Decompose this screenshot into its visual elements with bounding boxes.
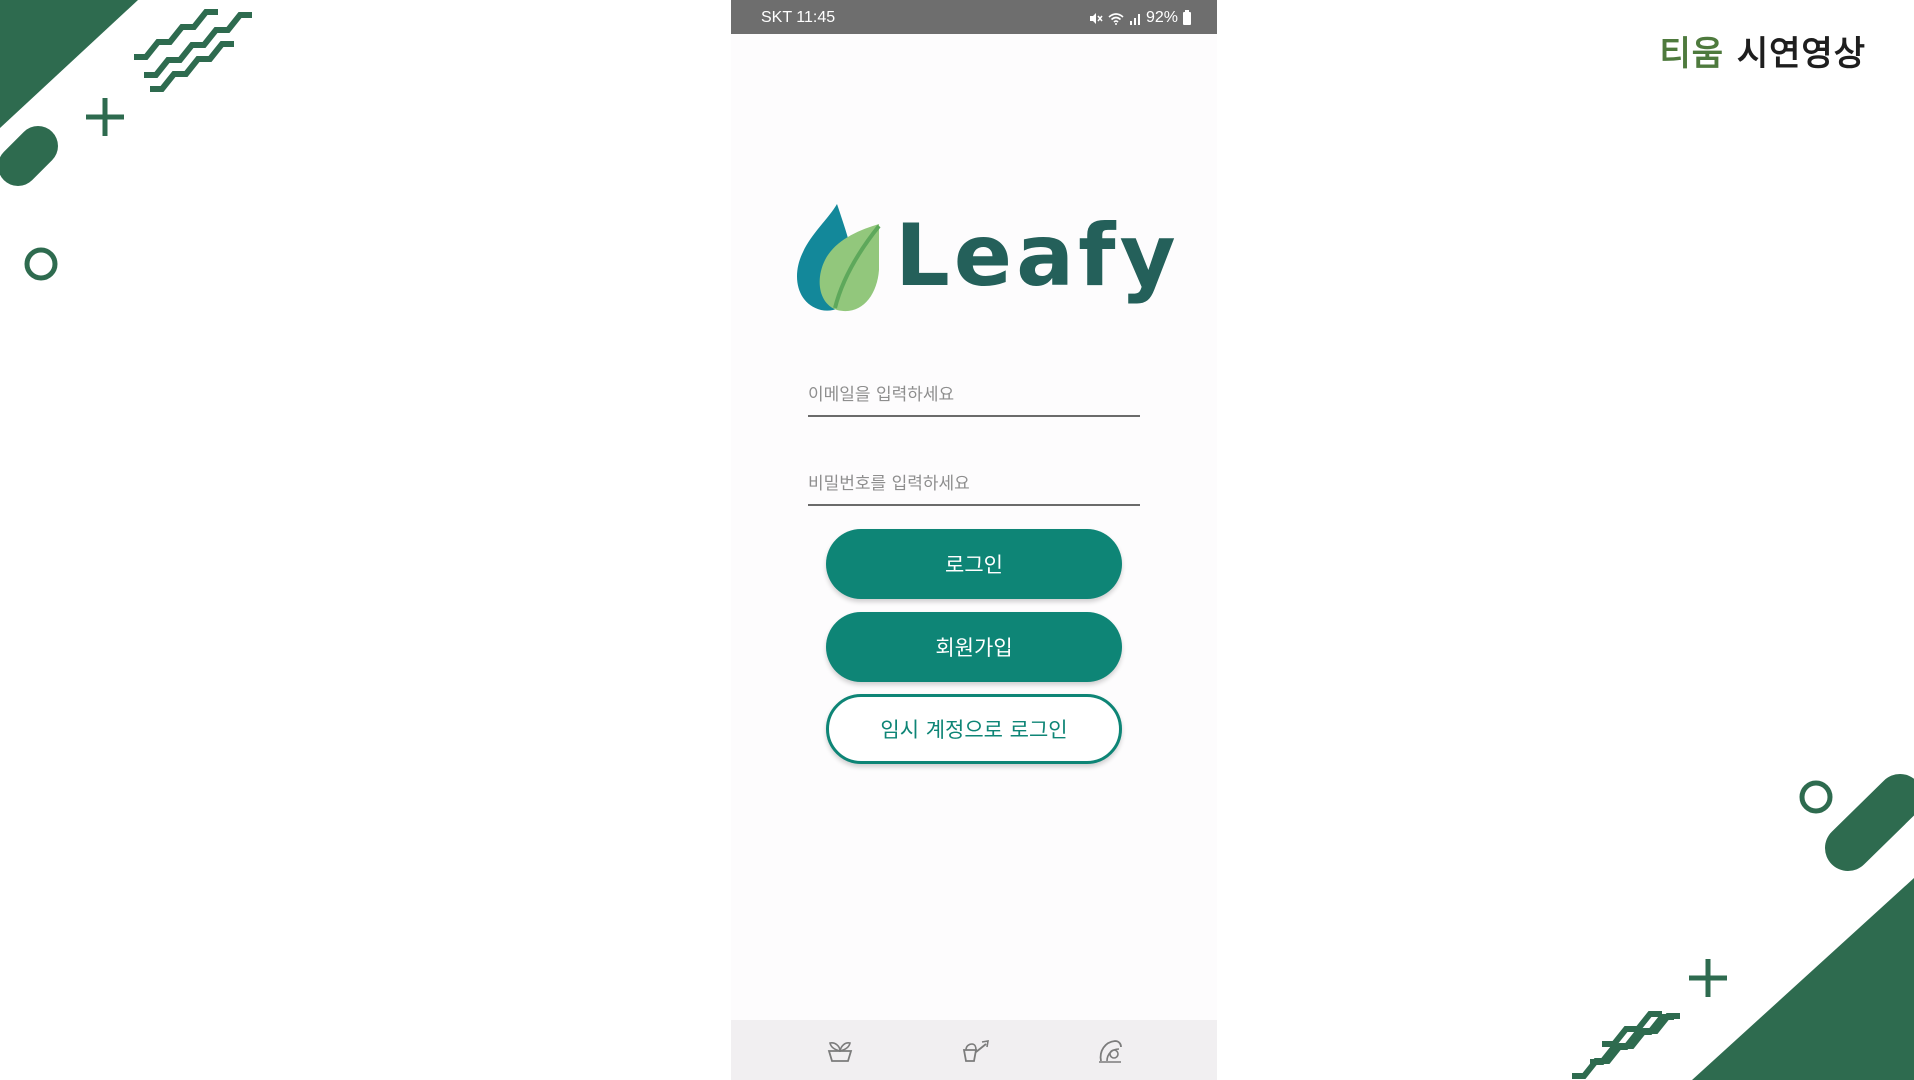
presentation-title: 티움 시연영상 <box>1659 26 1866 75</box>
pill-bottom-right <box>1825 774 1914 871</box>
zigzag-bottom-right <box>1572 1011 1680 1079</box>
phone-screen: SKT 11:45 92% Leafy 이메일을 입력하세요 로그인 회원가입 … <box>731 0 1217 1080</box>
carrier-time: SKT 11:45 <box>761 9 836 26</box>
login-button-label: 로그인 <box>945 553 1003 577</box>
guest-login-button-label: 임시 계정으로 로그인 <box>880 718 1068 742</box>
status-icons: 92% <box>1089 9 1191 27</box>
status-bar: SKT 11:45 92% <box>731 0 1217 34</box>
team-name: 티움 <box>1659 34 1725 74</box>
battery-percent: 92% <box>1145 9 1178 26</box>
presentation-frame: 티움 시연영상 SKT 11:45 92% Leafy 이메일을 입력하세요 로… <box>0 0 1914 1080</box>
nav-item-profile[interactable] <box>1093 1036 1127 1066</box>
zigzag-top-left <box>134 9 252 92</box>
battery-icon <box>1183 9 1191 25</box>
leaf-drop-icon <box>797 204 881 312</box>
profile-leaf-icon <box>1099 1040 1122 1063</box>
bottom-nav <box>731 1020 1217 1080</box>
signal-icon <box>1129 13 1140 25</box>
plant-pot-icon <box>827 1042 853 1062</box>
pill-top-left <box>0 126 58 186</box>
ring-top-left <box>24 247 58 281</box>
mute-icon <box>1089 12 1103 24</box>
app-name: Leafy <box>895 206 1180 306</box>
signup-button-label: 회원가입 <box>935 636 1013 660</box>
password-input[interactable] <box>808 464 1140 506</box>
wifi-icon <box>1108 12 1124 25</box>
app-logo: Leafy <box>785 200 1180 316</box>
watering-icon <box>962 1040 989 1062</box>
ring-bottom-right <box>1799 780 1833 814</box>
plus-bottom-right <box>1689 959 1727 997</box>
plus-top-left <box>86 98 124 136</box>
diagonal-stripe-top-left <box>0 0 138 128</box>
email-input[interactable] <box>808 375 1140 417</box>
demo-video-label: 시연영상 <box>1736 34 1866 74</box>
guest-login-button[interactable]: 임시 계정으로 로그인 <box>826 694 1122 764</box>
login-button[interactable]: 로그인 <box>826 529 1122 599</box>
nav-item-plant[interactable] <box>823 1036 857 1066</box>
signup-button[interactable]: 회원가입 <box>826 612 1122 682</box>
nav-item-watering[interactable] <box>957 1036 991 1066</box>
